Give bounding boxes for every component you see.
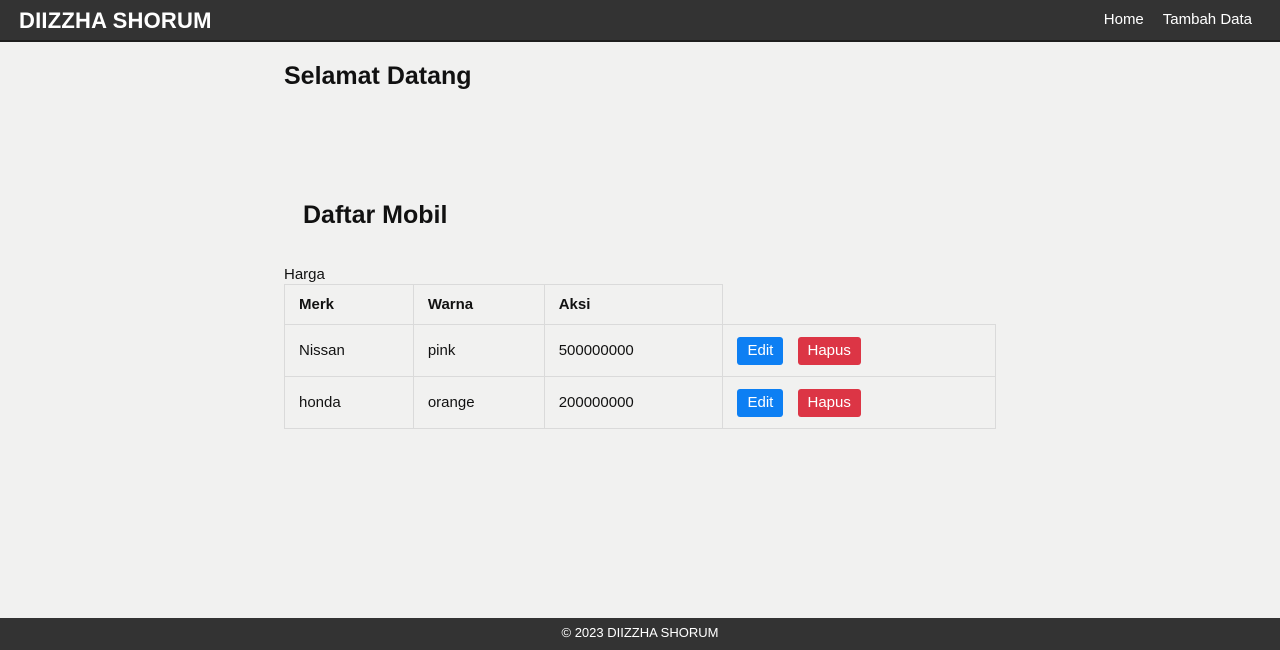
delete-button[interactable]: Hapus <box>797 388 861 417</box>
table-row: honda orange 200000000 Edit Hapus <box>284 376 996 429</box>
nav-add-data-link[interactable]: Tambah Data <box>1163 11 1252 28</box>
nav-home-link[interactable]: Home <box>1104 11 1144 28</box>
footer: © 2023 DIIZZHA SHORUM <box>0 618 1280 650</box>
cell-harga: 200000000 <box>543 376 724 429</box>
table-row: Nissan pink 500000000 Edit Hapus <box>284 324 996 377</box>
column-header-merk: Merk <box>284 284 414 325</box>
cell-warna: orange <box>412 376 545 429</box>
nav-links: Home Tambah Data <box>1104 11 1252 28</box>
edit-button[interactable]: Edit <box>737 388 784 417</box>
edit-button[interactable]: Edit <box>737 336 784 365</box>
column-header-warna: Warna <box>412 284 545 325</box>
cell-merk: honda <box>284 376 414 429</box>
delete-button[interactable]: Hapus <box>797 336 861 365</box>
brand-logo-link[interactable]: DIIZZHA SHORUM <box>19 8 212 34</box>
cell-harga: 500000000 <box>543 324 724 377</box>
page-title: Selamat Datang <box>284 62 472 90</box>
cell-actions: Edit Hapus <box>722 324 996 377</box>
price-caption: Harga <box>284 266 325 283</box>
car-table: Merk Warna Aksi Nissan pink 500000000 Ed… <box>284 284 996 429</box>
column-header-aksi: Aksi <box>543 284 724 325</box>
navbar: DIIZZHA SHORUM Home Tambah Data <box>0 0 1280 42</box>
column-header-empty <box>722 284 996 325</box>
cell-merk: Nissan <box>284 324 414 377</box>
cell-warna: pink <box>412 324 545 377</box>
list-title: Daftar Mobil <box>303 201 448 229</box>
table-header-row: Merk Warna Aksi <box>284 284 996 325</box>
cell-actions: Edit Hapus <box>722 376 996 429</box>
